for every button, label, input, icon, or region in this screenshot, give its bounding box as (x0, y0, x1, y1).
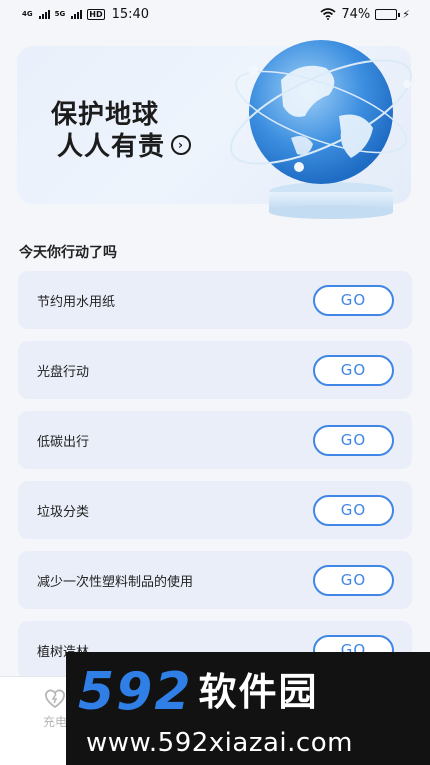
watermark: 592 软件园 www.592xiazai.com (66, 652, 430, 765)
hd-badge: HD (87, 8, 105, 20)
charging-icon: ⚡ (402, 7, 410, 21)
watermark-number: 592 (78, 662, 193, 722)
nav-item-label: 充电 (42, 715, 67, 729)
arrow-right-circle-icon[interactable]: › (171, 134, 192, 155)
task-card: 光盘行动 GO (18, 341, 412, 399)
banner[interactable]: 保护地球 人人有责 › (17, 40, 412, 219)
battery-icon (375, 8, 401, 20)
go-button[interactable]: GO (313, 284, 394, 316)
signal-icon-2 (71, 9, 83, 19)
signal-icon (38, 9, 50, 19)
banner-subtitle-row[interactable]: 人人有责 › (57, 126, 192, 163)
task-card: 节约用水用纸 GO (18, 271, 412, 329)
watermark-url: www.592xiazai.com (86, 728, 353, 758)
task-list: 节约用水用纸 GO 光盘行动 GO 低碳出行 GO 垃圾分类 GO 减少一次性塑… (18, 271, 412, 691)
status-time: 15:40 (111, 6, 150, 22)
task-label: 垃圾分类 (37, 504, 90, 520)
task-card: 低碳出行 GO (18, 411, 412, 469)
orbit-dot-2 (403, 80, 411, 88)
pedestal-bottom (269, 205, 393, 219)
task-label: 光盘行动 (37, 364, 90, 380)
orbit-dot (248, 65, 258, 75)
task-label: 减少一次性塑料制品的使用 (37, 574, 194, 590)
go-button[interactable]: GO (313, 494, 394, 526)
globe-illustration (230, 40, 412, 219)
go-button[interactable]: GO (313, 564, 394, 596)
task-card: 减少一次性塑料制品的使用 GO (18, 551, 412, 609)
task-card: 垃圾分类 GO (18, 481, 412, 539)
network-5g-label: 5G (54, 9, 66, 18)
task-label: 低碳出行 (37, 434, 90, 450)
go-button[interactable]: GO (313, 424, 394, 456)
wifi-icon (320, 8, 336, 20)
network-4g-label: 4G (22, 9, 33, 18)
watermark-text: 软件园 (198, 670, 319, 714)
watermark-logo: 592 软件园 (78, 666, 319, 718)
section-title: 今天你行动了吗 (19, 245, 117, 261)
orbit-dot-3 (294, 162, 304, 172)
charge-icon (45, 689, 65, 709)
status-left: 4G 5G HD 15:40 (22, 7, 149, 22)
go-button[interactable]: GO (313, 354, 394, 386)
banner-subtitle: 人人有责 (57, 132, 166, 162)
task-label: 节约用水用纸 (37, 294, 116, 310)
